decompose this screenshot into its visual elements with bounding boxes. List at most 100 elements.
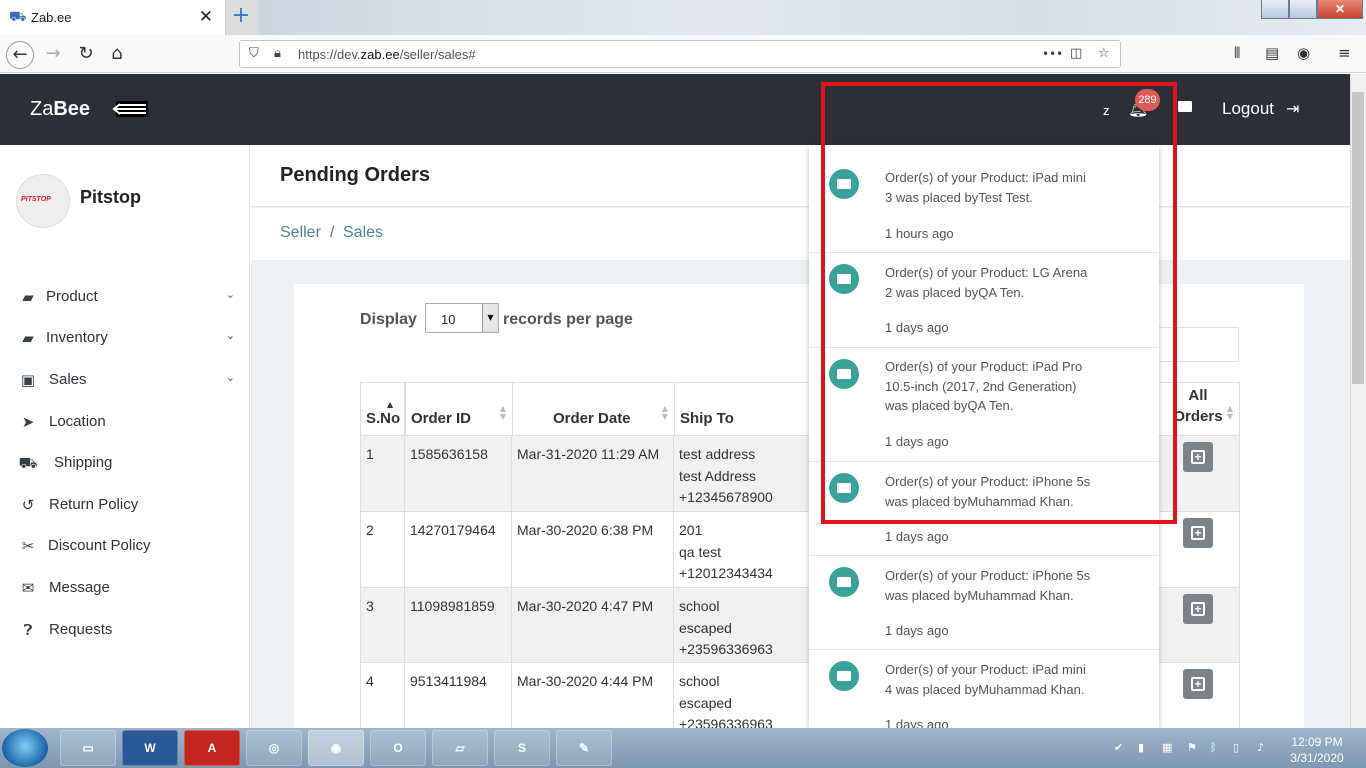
sidebar-item-message[interactable]: ✉ Message: [18, 573, 243, 603]
expand-plus-button[interactable]: +: [1183, 518, 1213, 548]
clock-time: 12:09 PM: [1291, 735, 1343, 749]
lock-icon[interactable]: 🔒︎: [274, 46, 281, 61]
logout-link[interactable]: Logout: [1222, 99, 1274, 119]
new-tab-button[interactable]: +: [230, 4, 252, 28]
envelope-icon[interactable]: [1178, 101, 1192, 112]
cell-ship-to: school escaped +23596336963: [674, 663, 810, 732]
ship-line: qa test: [679, 543, 722, 560]
network-tray-icon[interactable]: ▦: [1162, 741, 1172, 754]
cell-order-date: Mar-30-2020 4:47 PM: [512, 588, 674, 662]
breadcrumb-seller-link[interactable]: Seller: [280, 224, 321, 242]
forward-arrow-icon[interactable]: →: [40, 41, 66, 67]
sidebar-item-return-policy[interactable]: ↺ Return Policy: [18, 490, 243, 520]
pocket-icon[interactable]: ◫: [1070, 46, 1082, 61]
sidebar-item-shipping[interactable]: ⛟ Shipping: [18, 448, 243, 478]
skype-icon[interactable]: S: [494, 730, 550, 766]
cell-all-orders: +: [1158, 663, 1240, 728]
cell-order-date: Mar-30-2020 4:44 PM: [512, 663, 674, 728]
scrollbar-thumb[interactable]: [1352, 92, 1364, 384]
acrobat-icon[interactable]: A: [184, 730, 240, 766]
account-icon[interactable]: ◉: [1297, 44, 1310, 62]
window-minimize-button[interactable]: [1261, 0, 1289, 19]
clock-date: 3/31/2020: [1290, 751, 1344, 765]
expand-plus-button[interactable]: +: [1183, 442, 1213, 472]
page-actions-icon[interactable]: •••: [1042, 47, 1063, 61]
ship-line: school: [679, 673, 720, 689]
header-label: Ship To: [680, 410, 734, 427]
truck-icon: ⛟: [18, 454, 38, 472]
sign-out-icon[interactable]: ⇥: [1286, 99, 1299, 118]
zabee-logo[interactable]: ZaBee: [30, 98, 90, 121]
security-tray-icon[interactable]: ✔: [1114, 741, 1123, 754]
cell-order-date: Mar-30-2020 6:38 PM: [512, 512, 674, 587]
reload-icon[interactable]: ↻: [73, 41, 99, 67]
paint-icon[interactable]: ✎: [556, 730, 612, 766]
question-circle-icon: ❓︎: [23, 621, 33, 639]
records-per-page-select[interactable]: 10 ▼: [425, 303, 499, 333]
browser-tab-active[interactable]: ⛟ Zab.ee ✕: [0, 0, 226, 35]
expand-plus-button[interactable]: +: [1183, 594, 1213, 624]
cell-sno: 4: [360, 663, 405, 728]
column-header-sno[interactable]: S.No ▲: [360, 382, 405, 436]
dropdown-arrow-icon[interactable]: ▼: [482, 304, 498, 332]
sidebar-item-inventory[interactable]: ▰ Inventory ⌄: [18, 323, 243, 353]
sidebar-item-sales[interactable]: ▣ Sales ⌄: [18, 365, 243, 395]
sidebar-item-product[interactable]: ▰ Product ⌄: [18, 282, 243, 312]
sidebar-item-location[interactable]: ➤ Location: [18, 407, 243, 437]
sidebar-item-requests[interactable]: ❓︎ Requests: [18, 615, 243, 645]
notification-time: 1 days ago: [885, 623, 949, 638]
firefox-icon[interactable]: ◉: [308, 730, 364, 766]
shield-icon[interactable]: ⛉: [249, 46, 259, 61]
records-per-page-label: records per page: [503, 311, 633, 328]
taskbar-clock[interactable]: 12:09 PM 3/31/2020: [1284, 734, 1350, 766]
window-close-button[interactable]: ✕: [1317, 0, 1363, 19]
notification-item[interactable]: Order(s) of your Product: iPad mini 4 was…: [809, 650, 1159, 728]
sidebar-item-discount-policy[interactable]: ✂ Discount Policy: [18, 531, 243, 561]
chrome-icon[interactable]: ◎: [246, 730, 302, 766]
header-label: S.No: [366, 410, 401, 427]
notification-time: 1 days ago: [885, 529, 949, 544]
sort-icon: ▲ ▼: [661, 404, 668, 421]
cell-ship-to: test address test Address +12345678900: [674, 436, 810, 511]
ship-line: test address: [679, 446, 756, 462]
network-signal-icon[interactable]: ▮: [1138, 741, 1144, 754]
breadcrumb-sales-link[interactable]: Sales: [343, 224, 383, 242]
sort-asc-icon: ▲: [387, 400, 394, 409]
windows-start-button[interactable]: [2, 729, 48, 767]
column-header-order-date[interactable]: Order Date ▲ ▼: [512, 382, 675, 436]
money-icon: ▣: [20, 371, 36, 389]
column-header-order-id[interactable]: Order ID ▲ ▼: [405, 382, 513, 436]
library-icon[interactable]: ⫴: [1234, 44, 1240, 62]
envelope-icon: ✉: [21, 579, 35, 597]
bookmark-star-icon[interactable]: ☆: [1098, 46, 1110, 61]
action-center-icon[interactable]: ⚑: [1187, 741, 1197, 754]
address-bar[interactable]: ⛉ 🔒︎ https://dev.zab.ee/seller/sales# ••…: [239, 40, 1121, 68]
sidebar-item-label: Return Policy: [49, 496, 139, 513]
word-icon[interactable]: W: [122, 730, 178, 766]
back-arrow-icon[interactable]: ←: [6, 41, 34, 69]
cell-sno: 3: [360, 588, 405, 662]
close-tab-icon[interactable]: ✕: [199, 7, 213, 27]
sidebar-toggle-icon[interactable]: ▤: [1265, 44, 1279, 62]
menu-toggle-icon[interactable]: [112, 100, 148, 118]
opera-icon[interactable]: O: [370, 730, 426, 766]
window-maximize-button[interactable]: [1289, 0, 1317, 19]
briefcase-icon: ▰: [22, 329, 34, 347]
undo-icon: ↺: [21, 496, 35, 514]
file-explorer-icon[interactable]: ▭: [60, 730, 116, 766]
battery-icon[interactable]: ▯: [1233, 741, 1239, 754]
briefcase-icon: ▰: [22, 288, 34, 306]
home-icon[interactable]: ⌂: [104, 41, 130, 67]
sidebar-item-label: Shipping: [54, 454, 113, 471]
notification-item[interactable]: Order(s) of your Product: iPhone 5s was p…: [809, 556, 1159, 650]
expand-plus-button[interactable]: +: [1183, 669, 1213, 699]
bluetooth-icon[interactable]: ᛒ: [1210, 741, 1217, 754]
column-header-ship-to[interactable]: Ship To: [674, 382, 810, 436]
background-tabs[interactable]: [258, 0, 1366, 35]
favicon-icon: ⛟: [9, 9, 27, 25]
hamburger-menu-icon[interactable]: ≡: [1338, 44, 1351, 62]
sidebar-item-label: Location: [49, 413, 106, 430]
volume-icon[interactable]: ♪: [1257, 741, 1264, 754]
chevron-down-icon: ⌄: [225, 329, 235, 342]
sticky-notes-icon[interactable]: ▱: [432, 730, 488, 766]
